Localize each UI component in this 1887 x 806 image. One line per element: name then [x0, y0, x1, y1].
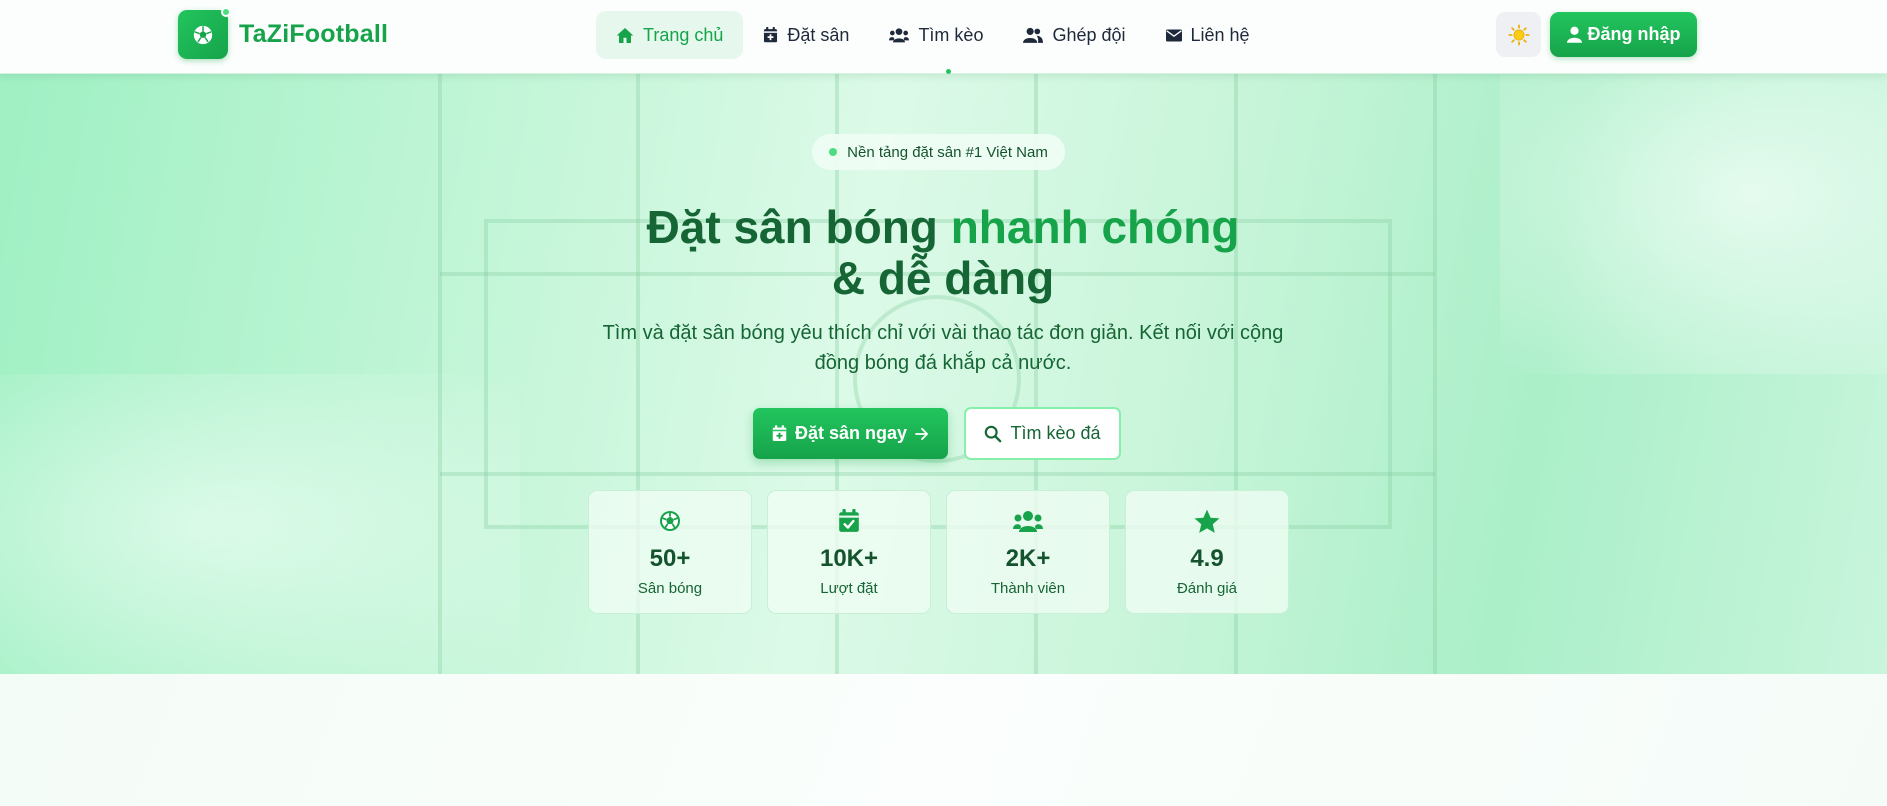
user-icon	[1566, 26, 1582, 43]
stat-value: 2K+	[1005, 545, 1051, 572]
soccer-ball-icon	[178, 7, 231, 59]
nav-item-team-up[interactable]: Ghép đội	[1003, 11, 1145, 59]
nav-item-home[interactable]: Trang chủ	[596, 11, 744, 59]
find-match-label: Tìm kèo đá	[1010, 423, 1101, 443]
stat-label: Thành viên	[990, 580, 1066, 597]
stat-label: Lượt đặt	[820, 580, 878, 597]
stat-label: Sân bóng	[637, 580, 703, 597]
calendar-check-icon	[838, 508, 860, 534]
nav-item-label: Tìm kèo	[918, 24, 984, 45]
sun-icon	[1507, 23, 1530, 46]
star-icon	[1194, 508, 1220, 534]
stats-row: 50+ Sân bóng 10K+ Lượt đặt 2K+ Thành viê…	[588, 490, 1304, 614]
stat-card-bookings: 10K+ Lượt đặt	[767, 490, 931, 614]
users-icon	[889, 28, 910, 43]
brand[interactable]: TaZiFootball	[178, 7, 389, 59]
search-icon	[985, 425, 1002, 442]
hero-badge: Nền tảng đặt sân #1 Việt Nam	[812, 134, 1065, 170]
users-icon	[1013, 508, 1043, 534]
nav-item-contact[interactable]: Liên hệ	[1146, 11, 1270, 59]
stat-card-members: 2K+ Thành viên	[946, 490, 1110, 614]
find-match-button[interactable]: Tìm kèo đá	[964, 407, 1121, 460]
badge-text: Nền tảng đặt sân #1 Việt Nam	[847, 143, 1048, 161]
nav-item-label: Ghép đội	[1052, 24, 1126, 45]
hero-section: Nền tảng đặt sân #1 Việt Nam Đặt sân bón…	[0, 74, 1887, 674]
stat-card-rating: 4.9 Đánh giá	[1125, 490, 1289, 614]
hero-headline: Đặt sân bóng nhanh chóng & dễ dàng	[543, 202, 1343, 304]
book-now-label: Đặt sân ngay	[794, 423, 908, 443]
stat-card-fields: 50+ Sân bóng	[588, 490, 752, 614]
nav-item-find-match[interactable]: Tìm kèo	[869, 11, 1003, 59]
book-now-button[interactable]: Đặt sân ngay	[753, 408, 948, 459]
login-button[interactable]: Đăng nhập	[1550, 12, 1697, 57]
badge-dot	[829, 148, 838, 156]
active-indicator	[946, 69, 951, 74]
home-icon	[616, 27, 634, 43]
content-section	[0, 674, 1887, 806]
brand-name: TaZiFootball	[239, 20, 389, 48]
calendar-plus-icon	[772, 425, 787, 441]
hero-subtitle: Tìm và đặt sân bóng yêu thích chỉ với và…	[602, 322, 1284, 374]
calendar-plus-icon	[764, 27, 778, 43]
envelope-icon	[1165, 29, 1182, 41]
user-group-icon	[1023, 27, 1044, 43]
navbar: TaZiFootball Trang chủ Đặt sân Tìm kèo G…	[0, 0, 1887, 74]
stat-value: 50+	[649, 545, 691, 572]
headline-part1: Đặt sân bóng	[646, 201, 951, 253]
main-nav: Trang chủ Đặt sân Tìm kèo Ghép đội Liên …	[596, 11, 1270, 59]
theme-toggle-button[interactable]	[1496, 12, 1541, 57]
login-label: Đăng nhập	[1587, 24, 1681, 44]
nav-item-booking[interactable]: Đặt sân	[743, 11, 869, 59]
stat-label: Đánh giá	[1176, 580, 1238, 597]
stat-value: 4.9	[1190, 545, 1224, 572]
headline-part2: & dễ dàng	[831, 252, 1055, 304]
nav-item-label: Trang chủ	[643, 24, 724, 45]
nav-item-label: Liên hệ	[1190, 24, 1250, 45]
stat-value: 10K+	[819, 545, 879, 572]
headline-accent: nhanh chóng	[950, 201, 1240, 253]
soccer-ball-icon	[658, 508, 682, 534]
arrow-right-icon	[915, 427, 929, 440]
nav-item-label: Đặt sân	[787, 24, 850, 45]
status-dot	[221, 7, 231, 17]
